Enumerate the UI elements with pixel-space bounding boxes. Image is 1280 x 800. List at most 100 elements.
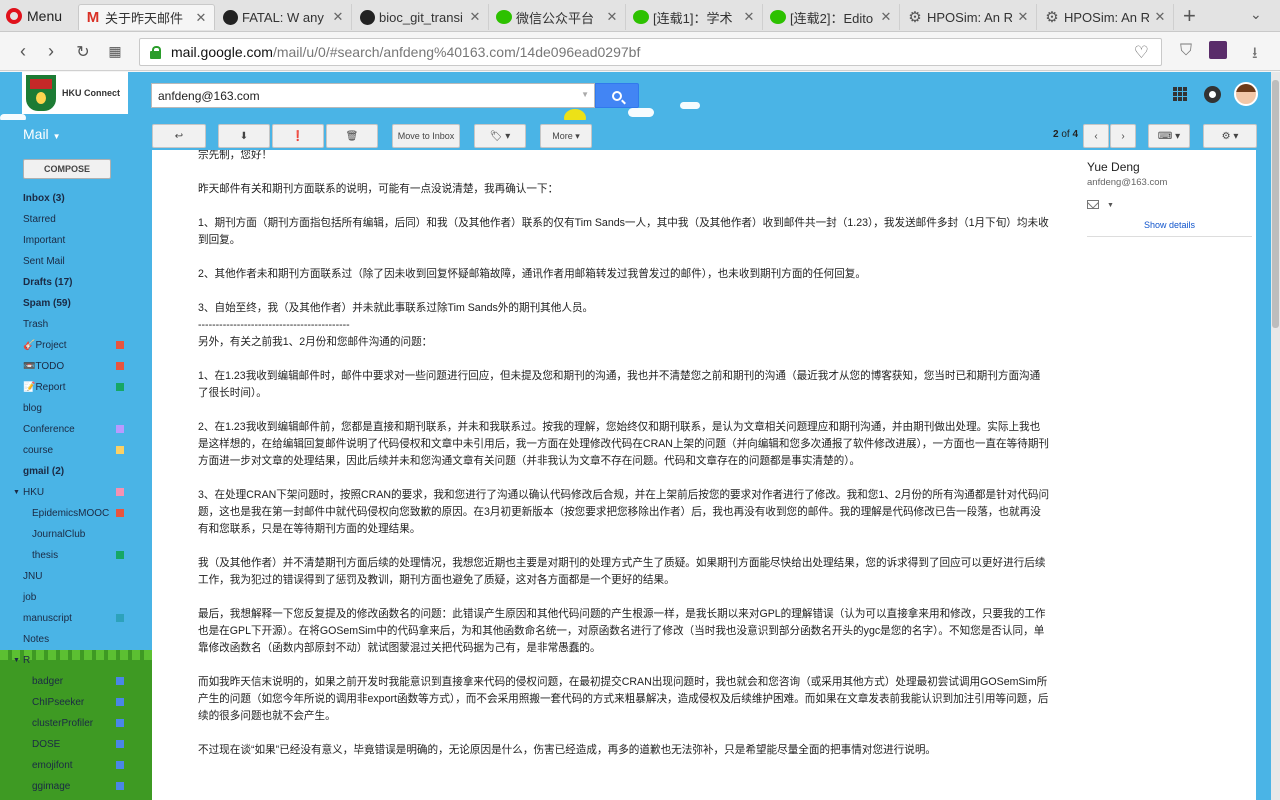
sidebar-item[interactable]: JournalClub [0, 524, 152, 544]
expand-arrow-icon[interactable]: ▼ [13, 657, 20, 664]
sidebar-item[interactable]: Important [0, 230, 152, 250]
sender-name[interactable]: Yue Deng [1087, 160, 1252, 174]
shield-icon[interactable]: ⛉ [1180, 42, 1192, 60]
browser-tab[interactable]: ⚙ HPOSim: An R ✕ [1038, 4, 1174, 30]
label-color-swatch[interactable] [116, 698, 124, 706]
show-details-link[interactable]: Show details [1087, 220, 1252, 230]
download-icon[interactable]: ⭳ [1252, 42, 1258, 69]
avatar[interactable] [1234, 82, 1258, 106]
sidebar-item[interactable]: Drafts (17) [0, 272, 152, 292]
sidebar-item[interactable]: Conference [0, 419, 152, 439]
label-color-swatch[interactable] [116, 551, 124, 559]
browser-tab[interactable]: [连载2]：Edito ✕ [764, 4, 900, 30]
input-tools-button[interactable]: ⌨ ▾ [1148, 124, 1190, 148]
speed-dial-icon[interactable]: ▦ [104, 43, 126, 60]
close-icon[interactable]: ✕ [331, 9, 345, 25]
search-options-icon[interactable]: ▼ [581, 90, 589, 99]
sidebar-item[interactable]: thesis [0, 545, 152, 565]
label-color-swatch[interactable] [116, 488, 124, 496]
sidebar-item[interactable]: EpidemicsMOOC [0, 503, 152, 523]
browser-tab[interactable]: bioc_git_transi ✕ [353, 4, 489, 30]
sidebar-item[interactable]: ChIPseeker [0, 692, 152, 712]
close-icon[interactable]: ✕ [1153, 9, 1167, 25]
sidebar-item[interactable]: 📝Report [0, 377, 152, 397]
browser-tab[interactable]: FATAL: W any ✕ [216, 4, 352, 30]
sidebar-item[interactable]: Starred [0, 209, 152, 229]
sidebar-item[interactable]: manuscript [0, 608, 152, 628]
email-icon[interactable] [1087, 200, 1099, 209]
label-color-swatch[interactable] [116, 446, 124, 454]
forward-arrow-icon[interactable]: › [40, 41, 62, 62]
sidebar-item[interactable]: ggimage [0, 776, 152, 796]
close-icon[interactable]: ✕ [742, 9, 756, 25]
reload-icon[interactable]: ↻ [72, 42, 94, 62]
report-spam-button[interactable]: ❗ [272, 124, 324, 148]
extension-icon[interactable] [1209, 41, 1227, 59]
label-color-swatch[interactable] [116, 614, 124, 622]
url-field[interactable]: mail.google.com /mail/u/0/#search/anfden… [139, 38, 1162, 66]
sidebar-item-label: Trash [23, 318, 49, 330]
sidebar-item[interactable]: emojifont [0, 755, 152, 775]
more-button[interactable]: More ▾ [540, 124, 592, 148]
apps-grid-icon[interactable] [1173, 87, 1187, 101]
newer-button[interactable]: ‹ [1083, 124, 1109, 148]
label-color-swatch[interactable] [116, 425, 124, 433]
sidebar-item[interactable]: ▼ R [0, 650, 152, 670]
close-icon[interactable]: ✕ [1016, 9, 1030, 25]
sidebar-item[interactable]: Notes [0, 629, 152, 649]
labels-button[interactable]: 🏷 ▾ [474, 124, 526, 148]
sidebar-item[interactable]: DOSE [0, 734, 152, 754]
delete-button[interactable]: 🗑 [326, 124, 378, 148]
browser-tab[interactable]: ⚙ HPOSim: An R ✕ [901, 4, 1037, 30]
label-color-swatch[interactable] [116, 782, 124, 790]
browser-tab[interactable]: M 关于昨天邮件 ✕ [78, 4, 215, 30]
close-icon[interactable]: ✕ [194, 10, 208, 26]
close-icon[interactable]: ✕ [879, 9, 893, 25]
tab-menu-icon[interactable]: ⌄ [1250, 6, 1262, 23]
sidebar-item[interactable]: Trash [0, 314, 152, 334]
new-tab-button[interactable]: + [1183, 3, 1196, 29]
archive-button[interactable]: ⬇ [218, 124, 270, 148]
move-to-inbox-button[interactable]: Move to Inbox [392, 124, 460, 148]
settings-button[interactable]: ⚙ ▾ [1203, 124, 1257, 148]
browser-tab[interactable]: 微信公众平台 ✕ [490, 4, 626, 30]
browser-tab[interactable]: [连载1]：学术 ✕ [627, 4, 763, 30]
sidebar-item[interactable]: JNU [0, 566, 152, 586]
label-color-swatch[interactable] [116, 341, 124, 349]
mail-dropdown[interactable]: Mail ▼ [23, 126, 60, 142]
label-color-swatch[interactable] [116, 761, 124, 769]
sidebar-item[interactable]: 📼TODO [0, 356, 152, 376]
notifications-icon[interactable] [1204, 86, 1221, 103]
close-icon[interactable]: ✕ [468, 9, 482, 25]
label-color-swatch[interactable] [116, 719, 124, 727]
sidebar-item[interactable]: course [0, 440, 152, 460]
sidebar-item[interactable]: job [0, 587, 152, 607]
sidebar-item[interactable]: Spam (59) [0, 293, 152, 313]
label-color-swatch[interactable] [116, 677, 124, 685]
search-input[interactable]: anfdeng@163.com ▼ [151, 83, 595, 108]
compose-button[interactable]: COMPOSE [23, 159, 111, 179]
chevron-down-icon[interactable]: ▼ [1107, 202, 1114, 209]
sidebar-item[interactable]: 🎸Project [0, 335, 152, 355]
sidebar-item[interactable]: ▼ HKU [0, 482, 152, 502]
back-arrow-icon[interactable]: ‹ [12, 41, 34, 62]
label-color-swatch[interactable] [116, 740, 124, 748]
label-color-swatch[interactable] [116, 383, 124, 391]
label-color-swatch[interactable] [116, 362, 124, 370]
sidebar-item[interactable]: badger [0, 671, 152, 691]
opera-menu-button[interactable]: Menu [6, 5, 72, 27]
sidebar-item[interactable]: blog [0, 398, 152, 418]
close-icon[interactable]: ✕ [605, 9, 619, 25]
sidebar-item[interactable]: Sent Mail [0, 251, 152, 271]
sidebar-item[interactable]: Inbox (3) [0, 188, 152, 208]
sidebar-item[interactable]: gmail (2) [0, 461, 152, 481]
sidebar-item[interactable]: clusterProfiler [0, 713, 152, 733]
scrollbar-thumb[interactable] [1272, 80, 1279, 328]
search-button[interactable] [595, 83, 639, 108]
hku-connect-logo[interactable]: HKU Connect [22, 72, 128, 114]
back-to-search-button[interactable]: ↩ [152, 124, 206, 148]
label-color-swatch[interactable] [116, 509, 124, 517]
expand-arrow-icon[interactable]: ▼ [13, 489, 20, 496]
older-button[interactable]: › [1110, 124, 1136, 148]
bookmark-heart-icon[interactable]: ♡ [1134, 43, 1149, 63]
